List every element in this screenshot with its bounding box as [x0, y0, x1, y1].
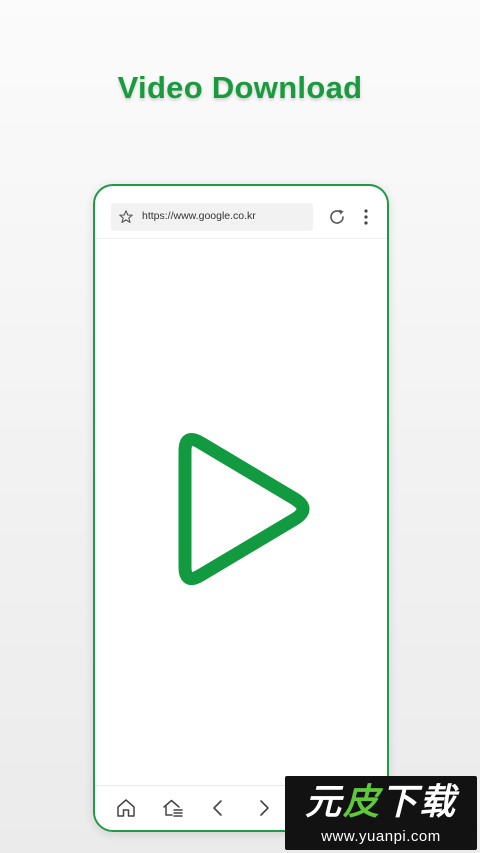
page-headline: Video Download: [117, 70, 363, 105]
star-icon[interactable]: [118, 209, 134, 225]
chevron-left-icon[interactable]: [206, 796, 230, 820]
play-triangle-icon: [178, 432, 310, 586]
watermark-url: www.yuanpi.com: [321, 828, 441, 845]
chevron-right-icon[interactable]: [252, 796, 276, 820]
watermark-title-part1: 元: [304, 782, 343, 823]
watermark-badge: 元皮下载 www.yuanpi.com: [285, 776, 477, 850]
url-text[interactable]: https://www.google.co.kr: [142, 210, 256, 222]
home-icon[interactable]: [114, 796, 138, 820]
watermark-title-part2: 皮: [342, 782, 381, 823]
web-content-area: [95, 239, 387, 783]
home-list-icon[interactable]: [161, 796, 185, 820]
refresh-icon[interactable]: [327, 207, 347, 227]
phone-frame: https://www.google.co.kr: [93, 184, 389, 832]
more-vertical-icon[interactable]: [361, 207, 371, 227]
watermark-title-part3: 下载: [381, 782, 458, 823]
address-bar[interactable]: https://www.google.co.kr: [111, 203, 313, 231]
watermark-title: 元皮下载: [285, 782, 477, 824]
